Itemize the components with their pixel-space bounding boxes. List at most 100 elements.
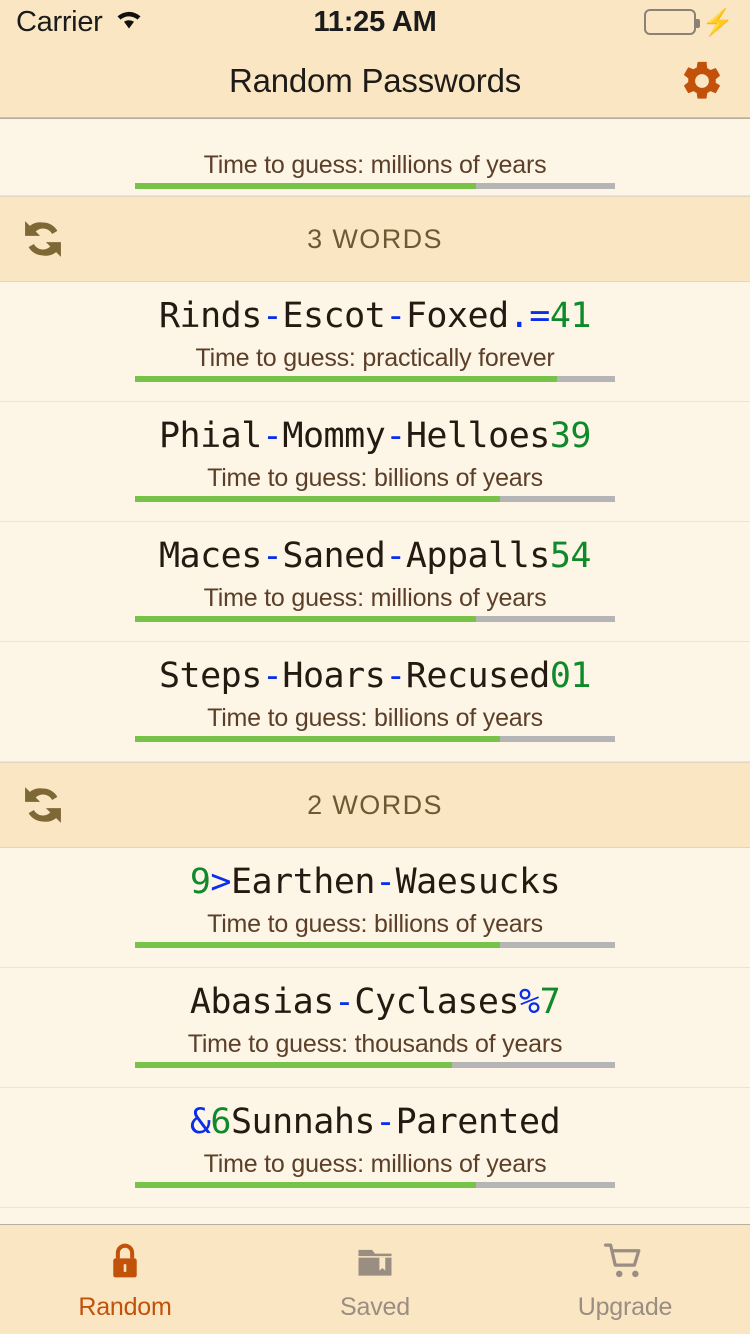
password-segment-num: 41: [549, 295, 592, 336]
strength-bar-fill: [135, 375, 558, 382]
battery-icon: [643, 9, 700, 35]
password-segment-word: Appalls: [405, 535, 551, 576]
status-bar-left: Carrier: [16, 6, 145, 39]
password-segment-sym: -: [261, 535, 283, 576]
strength-bar: [135, 495, 615, 502]
tab-saved[interactable]: Saved: [250, 1225, 500, 1334]
strength-meta: Time to guess: millions of years: [0, 1150, 750, 1188]
gear-icon[interactable]: [676, 55, 728, 107]
password-text: 9>Earthen-Waesucks: [0, 862, 750, 902]
password-segment-sym: -: [261, 415, 283, 456]
password-segment-sym: %: [519, 981, 540, 1022]
lock-icon: [103, 1237, 147, 1287]
password-list[interactable]: Time to guess: millions of years 3 WORDS R…: [0, 118, 750, 1224]
tab-upgrade[interactable]: Upgrade: [500, 1225, 750, 1334]
password-segment-sym: -: [375, 861, 396, 902]
refresh-icon[interactable]: [14, 210, 72, 268]
password-segment-num: 6: [210, 1101, 231, 1142]
strength-meta: Time to guess: billions of years: [0, 704, 750, 742]
refresh-icon[interactable]: [14, 776, 72, 834]
strength-bar: [135, 615, 615, 622]
password-text: Phial-Mommy-Helloes39: [0, 416, 750, 456]
strength-meta: Time to guess: millions of years: [0, 584, 750, 622]
password-text: Steps-Hoars-Recused01: [0, 656, 750, 696]
password-segment-word: Parented: [395, 1101, 561, 1142]
app-root: Carrier 11:25 AM ⚡ Random Passwords Time…: [0, 0, 750, 1334]
strength-bar-fill: [135, 941, 500, 948]
strength-bar: [135, 375, 615, 382]
shopping-cart-icon: [602, 1237, 648, 1287]
password-segment-word: Helloes: [405, 415, 551, 456]
time-to-guess-label: Time to guess: millions of years: [203, 151, 547, 179]
password-row[interactable]: Phial-Mommy-Helloes39 Time to guess: bill…: [0, 402, 750, 522]
strength-meta: Time to guess: millions of years: [0, 151, 750, 189]
password-segment-word: Rinds: [158, 295, 262, 336]
password-text: Rinds-Escot-Foxed.=41: [0, 296, 750, 336]
password-segment-num: 54: [549, 535, 592, 576]
strength-bar-fill: [135, 183, 476, 189]
section-title: 2 WORDS: [307, 789, 443, 820]
password-segment-word: Hoars: [282, 655, 386, 696]
strength-bar: [135, 1181, 615, 1188]
password-row[interactable]: Rinds-Escot-Foxed.=41 Time to guess: prac…: [0, 282, 750, 402]
password-segment-word: Maces: [158, 535, 262, 576]
tab-bar: Random Saved Upgrade: [0, 1224, 750, 1334]
section-title: 3 WORDS: [307, 223, 443, 254]
strength-bar: [135, 941, 615, 948]
section-header-three-words: 3 WORDS: [0, 196, 750, 282]
password-segment-sym: -: [385, 655, 406, 696]
password-segment-sym: -: [333, 981, 355, 1022]
password-segment-sym: -: [375, 1101, 396, 1142]
tab-label: Upgrade: [577, 1293, 673, 1321]
password-segment-sym: &: [189, 1101, 211, 1142]
strength-meta: Time to guess: billions of years: [0, 464, 750, 502]
password-segment-word: Escot: [282, 295, 386, 336]
password-segment-word: Saned: [282, 535, 386, 576]
password-segment-num: 39: [549, 415, 592, 456]
time-to-guess-label: Time to guess: billions of years: [207, 909, 543, 938]
password-segment-word: Recused: [405, 655, 551, 696]
password-segment-sym: -: [261, 295, 283, 336]
lightning-bolt-icon: ⚡: [701, 7, 734, 37]
password-segment-sym: >: [210, 861, 231, 902]
password-row[interactable]: Maces-Saned-Appalls54 Time to guess: mill…: [0, 522, 750, 642]
password-segment-sym: .=: [508, 295, 551, 336]
password-segment-word: Foxed: [405, 295, 509, 336]
tab-random[interactable]: Random: [0, 1225, 250, 1334]
password-segment-word: Sunnahs: [230, 1101, 376, 1142]
password-row[interactable]: Abasias-Cyclases%7 Time to guess: thousan…: [0, 968, 750, 1088]
password-segment-sym: -: [385, 295, 406, 336]
time-to-guess-label: Time to guess: practically forever: [195, 343, 555, 372]
strength-bar: [135, 735, 615, 742]
password-segment-sym: -: [385, 415, 406, 456]
password-segment-word: Cyclases: [354, 981, 519, 1022]
password-segment-sym: -: [385, 535, 406, 576]
strength-meta: Time to guess: billions of years: [0, 910, 750, 948]
section-header-two-words: 2 WORDS: [0, 762, 750, 848]
password-text: &6Sunnahs-Parented: [0, 1102, 750, 1142]
password-segment-word: Abasias: [189, 981, 335, 1022]
carrier-label: Carrier: [16, 5, 103, 38]
tab-label: Random: [78, 1293, 172, 1321]
strength-bar-fill: [135, 735, 500, 742]
strength-bar: [135, 1061, 615, 1068]
password-segment-word: Waesucks: [395, 861, 561, 902]
status-bar: Carrier 11:25 AM ⚡: [0, 0, 750, 44]
password-segment-num: 7: [539, 981, 561, 1022]
tab-label: Saved: [340, 1293, 410, 1321]
time-to-guess-label: Time to guess: millions of years: [203, 583, 547, 612]
password-row[interactable]: 9>Earthen-Waesucks Time to guess: billion…: [0, 848, 750, 968]
status-bar-right: ⚡: [643, 7, 734, 37]
time-to-guess-label: Time to guess: billions of years: [207, 703, 543, 732]
password-segment-num: 9: [189, 861, 211, 902]
password-text: Abasias-Cyclases%7: [0, 982, 750, 1022]
password-row[interactable]: Time to guess: millions of years: [0, 118, 750, 196]
password-segment-word: Phial: [158, 415, 262, 456]
password-row[interactable]: Steps-Hoars-Recused01 Time to guess: bill…: [0, 642, 750, 762]
bookmark-folder-icon: [353, 1237, 397, 1287]
password-segment-word: Earthen: [230, 861, 376, 902]
password-text: Maces-Saned-Appalls54: [0, 536, 750, 576]
time-to-guess-label: Time to guess: billions of years: [207, 463, 543, 492]
password-segment-num: 01: [549, 655, 592, 696]
password-row[interactable]: &6Sunnahs-Parented Time to guess: million…: [0, 1088, 750, 1208]
